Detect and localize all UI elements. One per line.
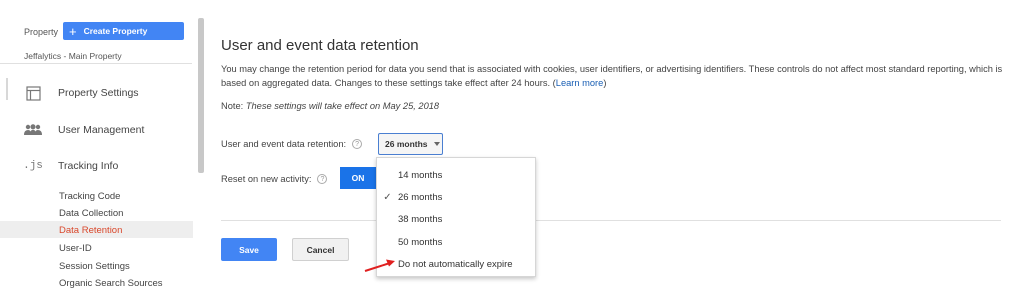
sidebar-item-tracking-info[interactable]: .js Tracking Info bbox=[0, 153, 192, 179]
retention-select-value: 26 months bbox=[385, 139, 428, 149]
subitem-user-id[interactable]: User-ID bbox=[59, 243, 92, 254]
sidebar-scrollbar[interactable] bbox=[198, 18, 204, 173]
sidebar-item-label: Tracking Info bbox=[58, 160, 119, 172]
retention-row: User and event data retention: ? bbox=[221, 139, 363, 149]
retention-select[interactable]: 26 months bbox=[378, 133, 443, 155]
document-icon bbox=[0, 85, 58, 101]
note: Note: These settings will take effect on… bbox=[221, 101, 439, 111]
sidebar-item-user-management[interactable]: User Management bbox=[0, 117, 192, 143]
create-property-button[interactable]: + Create Property bbox=[63, 22, 184, 40]
retention-label: User and event data retention: bbox=[221, 139, 347, 149]
menu-option-label: 50 months bbox=[398, 236, 443, 248]
help-icon[interactable]: ? bbox=[352, 139, 363, 149]
js-icon: .js bbox=[0, 160, 58, 172]
subitem-session-settings[interactable]: Session Settings bbox=[59, 261, 130, 272]
js-icon-glyph: .js bbox=[23, 160, 43, 172]
subitem-data-retention[interactable]: Data Retention bbox=[59, 225, 122, 236]
annotation-arrow-icon bbox=[364, 259, 395, 272]
property-name: Jeffalytics - Main Property bbox=[24, 51, 122, 61]
note-text: These settings will take effect on May 2… bbox=[245, 101, 440, 111]
menu-option-label: 38 months bbox=[398, 213, 443, 225]
plus-icon: + bbox=[69, 23, 77, 39]
description-text: You may change the retention period for … bbox=[221, 64, 1003, 88]
people-icon bbox=[0, 124, 58, 136]
form-divider bbox=[221, 220, 1001, 221]
menu-option-50-months[interactable]: 50 months bbox=[377, 232, 535, 252]
caret-down-icon bbox=[433, 142, 440, 146]
sidebar-item-label: Property Settings bbox=[58, 87, 139, 99]
menu-option-do-not-expire[interactable]: Do not automatically expire bbox=[377, 254, 535, 274]
learn-more-link[interactable]: Learn more bbox=[556, 78, 604, 88]
menu-option-label: Do not automatically expire bbox=[398, 258, 513, 270]
description: You may change the retention period for … bbox=[221, 62, 1011, 90]
menu-option-label: 26 months bbox=[398, 191, 443, 203]
subitem-tracking-code[interactable]: Tracking Code bbox=[59, 191, 120, 202]
menu-option-26-months[interactable]: ✓ 26 months bbox=[377, 187, 535, 207]
sidebar-item-label: User Management bbox=[58, 124, 145, 136]
sidebar-divider bbox=[0, 63, 192, 64]
page-title: User and event data retention bbox=[221, 37, 419, 54]
retention-dropdown-menu: 14 months ✓ 26 months 38 months 50 month… bbox=[376, 157, 536, 277]
learn-more-suffix: ) bbox=[603, 78, 607, 88]
property-label: Property bbox=[24, 27, 59, 37]
create-property-label: Create Property bbox=[83, 26, 148, 36]
menu-option-label: 14 months bbox=[398, 169, 443, 181]
note-label: Note: bbox=[221, 101, 244, 111]
reset-label: Reset on new activity: bbox=[221, 174, 312, 184]
subitem-organic-search-sources[interactable]: Organic Search Sources bbox=[59, 278, 163, 289]
sidebar-item-property-settings[interactable]: Property Settings bbox=[0, 80, 192, 106]
menu-option-38-months[interactable]: 38 months bbox=[377, 209, 535, 229]
cancel-button[interactable]: Cancel bbox=[292, 238, 349, 261]
reset-row: Reset on new activity: ? bbox=[221, 174, 328, 184]
sidebar: Property + Create Property Jeffalytics -… bbox=[0, 0, 205, 291]
save-button[interactable]: Save bbox=[221, 238, 277, 261]
subitem-data-collection[interactable]: Data Collection bbox=[59, 208, 123, 219]
menu-option-14-months[interactable]: 14 months bbox=[377, 165, 535, 185]
reset-toggle[interactable]: ON bbox=[340, 167, 376, 189]
checkmark-icon: ✓ bbox=[383, 191, 392, 203]
help-icon[interactable]: ? bbox=[317, 174, 328, 184]
